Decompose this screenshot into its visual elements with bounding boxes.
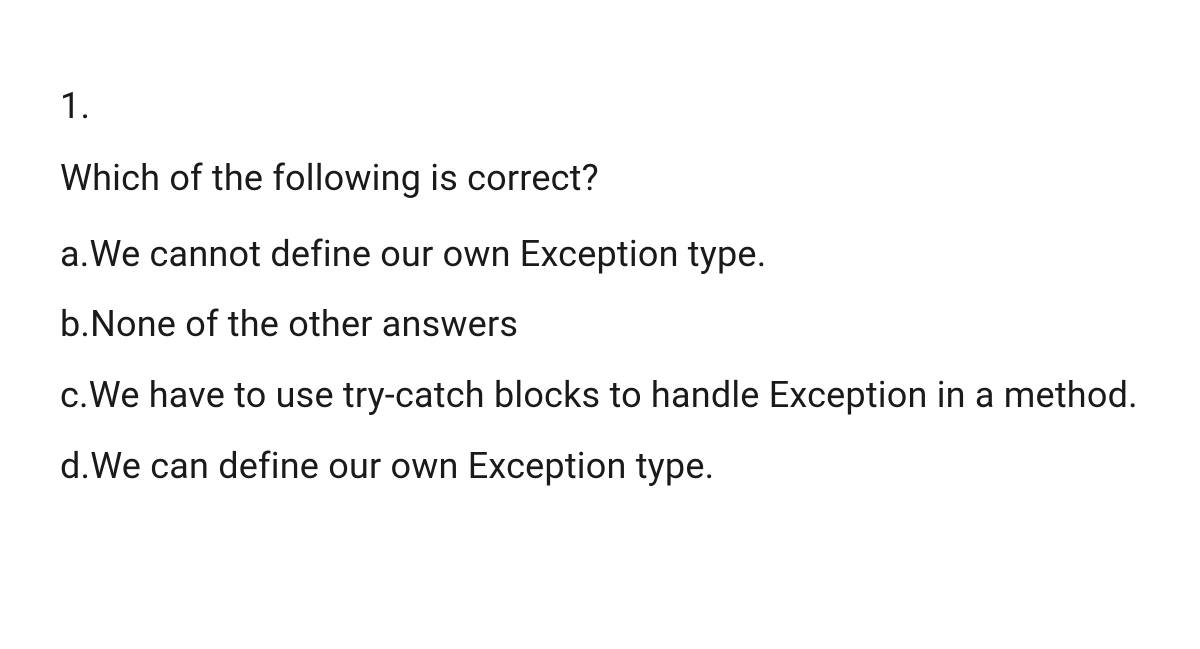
option-label: a. — [60, 233, 89, 275]
question-number: 1. — [60, 85, 1140, 127]
option-text: We can define our own Exception type. — [90, 445, 714, 487]
option-c: c.We have to use try-catch blocks to han… — [60, 371, 1140, 420]
option-label: c. — [60, 374, 89, 416]
option-label: b. — [60, 303, 90, 345]
option-d: d.We can define our own Exception type. — [60, 442, 1140, 491]
option-b: b.None of the other answers — [60, 300, 1140, 349]
option-a: a.We cannot define our own Exception typ… — [60, 230, 1140, 279]
option-text: We cannot define our own Exception type. — [89, 233, 766, 275]
option-text: None of the other answers — [90, 303, 518, 345]
question-text: Which of the following is correct? — [60, 155, 1140, 202]
option-label: d. — [60, 445, 90, 487]
option-text: We have to use try-catch blocks to handl… — [89, 374, 1138, 416]
